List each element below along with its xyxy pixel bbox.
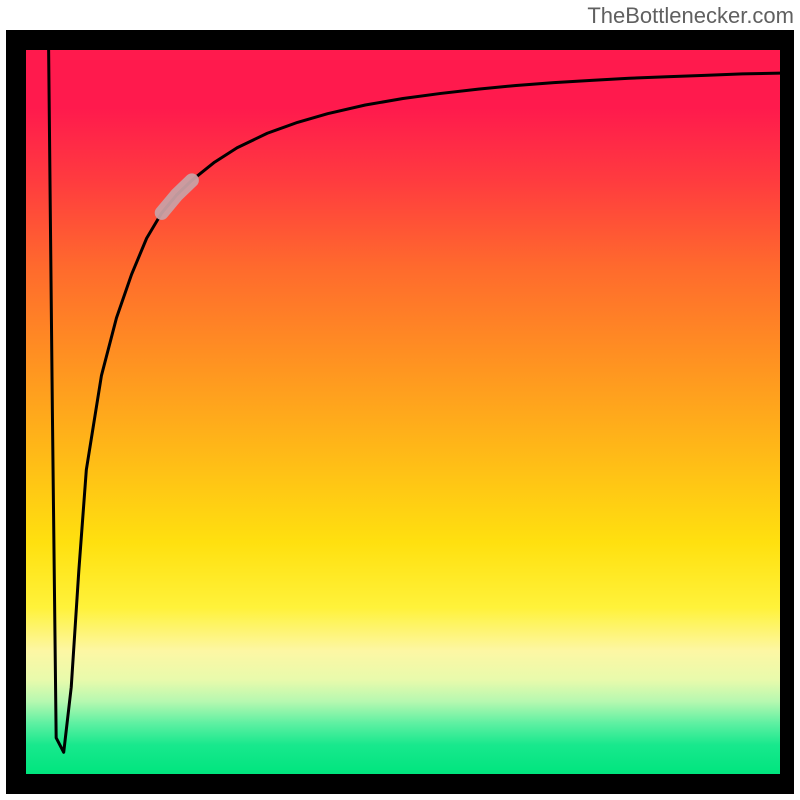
plot-frame — [6, 30, 794, 794]
chart-container: TheBottlenecker.com — [0, 0, 800, 800]
plot-area — [26, 50, 780, 774]
bottleneck-curve-highlight — [162, 180, 192, 213]
bottleneck-curve — [49, 50, 780, 752]
attribution-text: TheBottlenecker.com — [587, 3, 794, 29]
curve-svg — [26, 50, 780, 774]
